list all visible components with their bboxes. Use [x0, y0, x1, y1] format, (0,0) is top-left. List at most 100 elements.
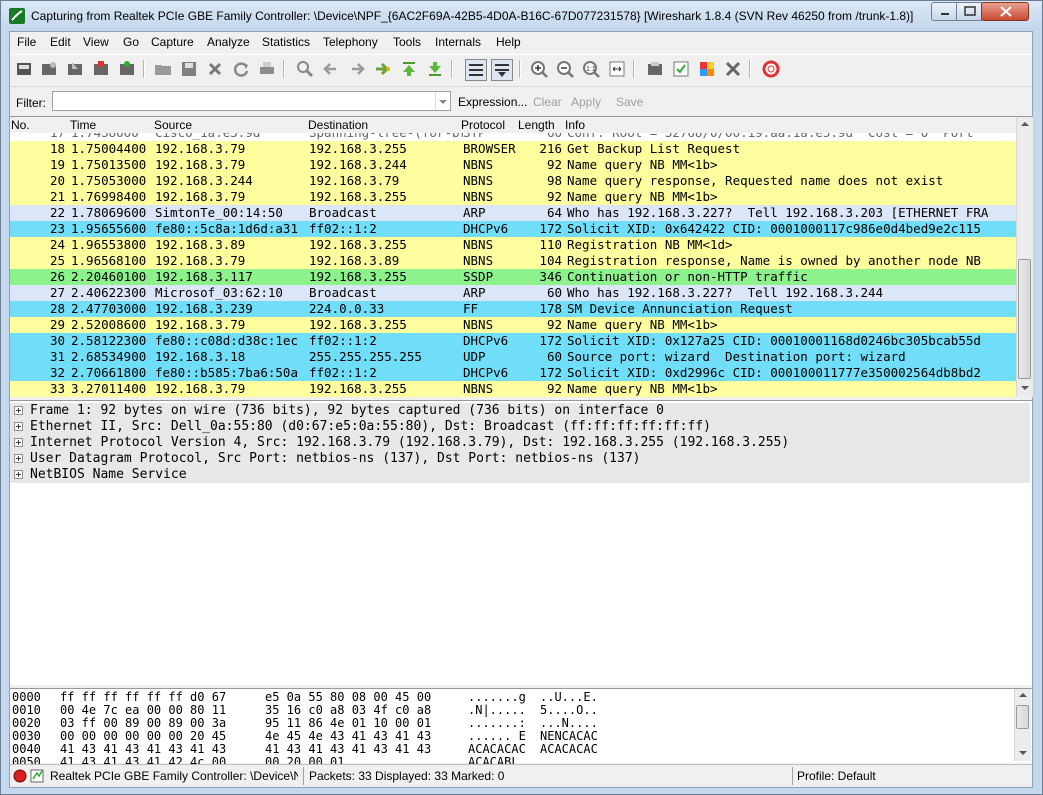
menu-edit[interactable]: Edit [50, 35, 71, 49]
capture-filters-icon[interactable] [645, 59, 665, 79]
maximize-button[interactable] [956, 2, 982, 21]
packet-row[interactable]: 25 1.96568100 192.168.3.79 192.168.3.89 NBNS… [10, 253, 1016, 269]
options-icon[interactable] [39, 59, 59, 79]
zoom-out-icon[interactable] [555, 59, 575, 79]
packet-cell-time: 1.7438000 [71, 133, 155, 140]
menu-capture[interactable]: Capture [151, 35, 194, 49]
packet-row[interactable]: 27 2.40622300 Microsof_03:62:10 Broadcast AR… [10, 285, 1016, 301]
interfaces-icon[interactable] [14, 59, 34, 79]
column-header-info[interactable]: Info [565, 118, 585, 132]
packet-rows: 17 1.7438000Cisco_1a:e5:9dSpanning-tree-(… [10, 133, 1016, 397]
packet-row[interactable]: 19 1.75013500 192.168.3.79 192.168.3.244 NBN… [10, 157, 1016, 173]
filter-history-dropdown[interactable] [435, 92, 450, 110]
preferences-icon[interactable] [723, 59, 743, 79]
coloring-rules-icon[interactable] [697, 59, 717, 79]
expand-icon[interactable] [14, 438, 23, 447]
packet-row[interactable]: 29 2.52008600 192.168.3.79 192.168.3.255 NBN… [10, 317, 1016, 333]
expand-icon[interactable] [14, 422, 23, 431]
packet-cell-src: 192.168.3.244 [155, 173, 253, 188]
packet-cell-dst: 255.255.255.255 [309, 349, 422, 364]
packet-row[interactable]: 26 2.20460100 192.168.3.117 192.168.3.255 SS… [10, 269, 1016, 285]
packet-row[interactable]: 18 1.75004400 192.168.3.79 192.168.3.255 BRO… [10, 141, 1016, 157]
menu-view[interactable]: View [83, 35, 109, 49]
go-to-packet-icon[interactable] [373, 59, 393, 79]
hex-scroll-thumb[interactable] [1016, 705, 1029, 729]
expand-icon[interactable] [14, 454, 23, 463]
colorize-toggle-icon[interactable] [465, 59, 487, 81]
save-filter-button[interactable]: Save [616, 95, 643, 109]
packet-row[interactable]: 32 2.70661800 fe80::b585:7ba6:50a ff02::1:2… [10, 365, 1016, 381]
column-header-time[interactable]: Time [70, 118, 96, 132]
menu-file[interactable]: File [17, 35, 36, 49]
packet-row[interactable]: 20 1.75053000 192.168.3.244 192.168.3.79 NBN… [10, 173, 1016, 189]
menu-analyze[interactable]: Analyze [207, 35, 250, 49]
apply-button[interactable]: Apply [571, 95, 601, 109]
reload-icon[interactable] [231, 59, 251, 79]
stop-capture-status-icon[interactable] [13, 769, 27, 783]
detail-ipv4[interactable]: Internet Protocol Version 4, Src: 192.16… [10, 435, 1030, 451]
status-profile[interactable]: Profile: Default [797, 769, 876, 783]
menu-internals[interactable]: Internals [435, 35, 481, 49]
auto-scroll-toggle-icon[interactable] [491, 59, 513, 81]
filter-input[interactable] [52, 91, 451, 111]
column-header-protocol[interactable]: Protocol [461, 118, 505, 132]
minimize-button[interactable] [931, 2, 957, 21]
resize-columns-icon[interactable] [607, 59, 627, 79]
go-to-first-icon[interactable] [399, 59, 419, 79]
detail-nbns[interactable]: NetBIOS Name Service [10, 467, 1030, 483]
packet-row[interactable]: 28 2.47703000 192.168.3.239 224.0.0.33 FF 178… [10, 301, 1016, 317]
detail-udp[interactable]: User Datagram Protocol, Src Port: netbio… [10, 451, 1030, 467]
packet-row[interactable]: 30 2.58122300 fe80::c08d:d38c:1ec ff02::1:2… [10, 333, 1016, 349]
scroll-thumb[interactable] [1018, 259, 1031, 379]
detail-frame[interactable]: Frame 1: 92 bytes on wire (736 bits), 92… [10, 403, 1030, 419]
packet-list-scrollbar[interactable] [1016, 117, 1033, 397]
zoom-in-icon[interactable] [529, 59, 549, 79]
packet-row[interactable]: 24 1.96553800 192.168.3.89 192.168.3.255 NBN… [10, 237, 1016, 253]
go-forward-icon[interactable] [347, 59, 367, 79]
packet-row[interactable]: 23 1.95655600 fe80::5c8a:1d6d:a31 ff02::1:2… [10, 221, 1016, 237]
title-bar[interactable]: Capturing from Realtek PCIe GBE Family C… [1, 1, 1042, 31]
packet-row[interactable]: 33 3.27011400 192.168.3.79 192.168.3.255 NBN… [10, 381, 1016, 397]
stop-capture-icon[interactable] [91, 59, 111, 79]
print-icon[interactable] [257, 59, 277, 79]
menu-tools[interactable]: Tools [393, 35, 421, 49]
close-button[interactable] [981, 2, 1029, 21]
scroll-up-icon[interactable] [1015, 689, 1031, 701]
display-filters-icon[interactable] [671, 59, 691, 79]
save-file-icon[interactable] [179, 59, 199, 79]
column-header-length[interactable]: Length [518, 118, 555, 132]
packet-row[interactable]: 17 1.7438000Cisco_1a:e5:9dSpanning-tree-(… [10, 133, 1016, 141]
packet-row[interactable]: 31 2.68534900 192.168.3.18 255.255.255.255 U… [10, 349, 1016, 365]
scroll-down-icon[interactable] [1015, 747, 1031, 759]
expert-info-icon[interactable] [30, 768, 46, 784]
find-packet-icon[interactable] [295, 59, 315, 79]
column-header-destination[interactable]: Destination [308, 118, 368, 132]
expression-button[interactable]: Expression... [458, 95, 527, 109]
go-back-icon[interactable] [321, 59, 341, 79]
menu-go[interactable]: Go [123, 35, 139, 49]
close-file-icon[interactable] [205, 59, 225, 79]
packet-cell-info: Name query NB MM<1b> [567, 317, 718, 332]
start-capture-icon[interactable] [65, 59, 85, 79]
scroll-up-icon[interactable] [1017, 117, 1033, 131]
clear-button[interactable]: Clear [533, 95, 562, 109]
menu-help[interactable]: Help [496, 35, 521, 49]
normal-size-icon[interactable]: 1:1 [581, 59, 601, 79]
scroll-down-icon[interactable] [1017, 381, 1033, 395]
expand-icon[interactable] [14, 470, 23, 479]
packet-row[interactable]: 21 1.76998400 192.168.3.79 192.168.3.255 NBN… [10, 189, 1016, 205]
help-icon[interactable] [761, 59, 781, 79]
hex-scrollbar[interactable] [1014, 689, 1031, 761]
packet-row[interactable]: 22 1.78069600 SimtonTe_00:14:50 Broadcast AR… [10, 205, 1016, 221]
detail-ethernet[interactable]: Ethernet II, Src: Dell_0a:55:80 (d0:67:e… [10, 419, 1030, 435]
restart-capture-icon[interactable] [117, 59, 137, 79]
menu-statistics[interactable]: Statistics [262, 35, 310, 49]
go-to-last-icon[interactable] [425, 59, 445, 79]
menu-telephony[interactable]: Telephony [323, 35, 378, 49]
packet-cell-time: 1.96568100 [71, 253, 147, 268]
column-header-no[interactable]: No. [11, 118, 30, 132]
packet-cell-info: Registration NB MM<1d> [567, 237, 733, 252]
column-header-source[interactable]: Source [154, 118, 192, 132]
open-file-icon[interactable] [153, 59, 173, 79]
expand-icon[interactable] [14, 406, 23, 415]
